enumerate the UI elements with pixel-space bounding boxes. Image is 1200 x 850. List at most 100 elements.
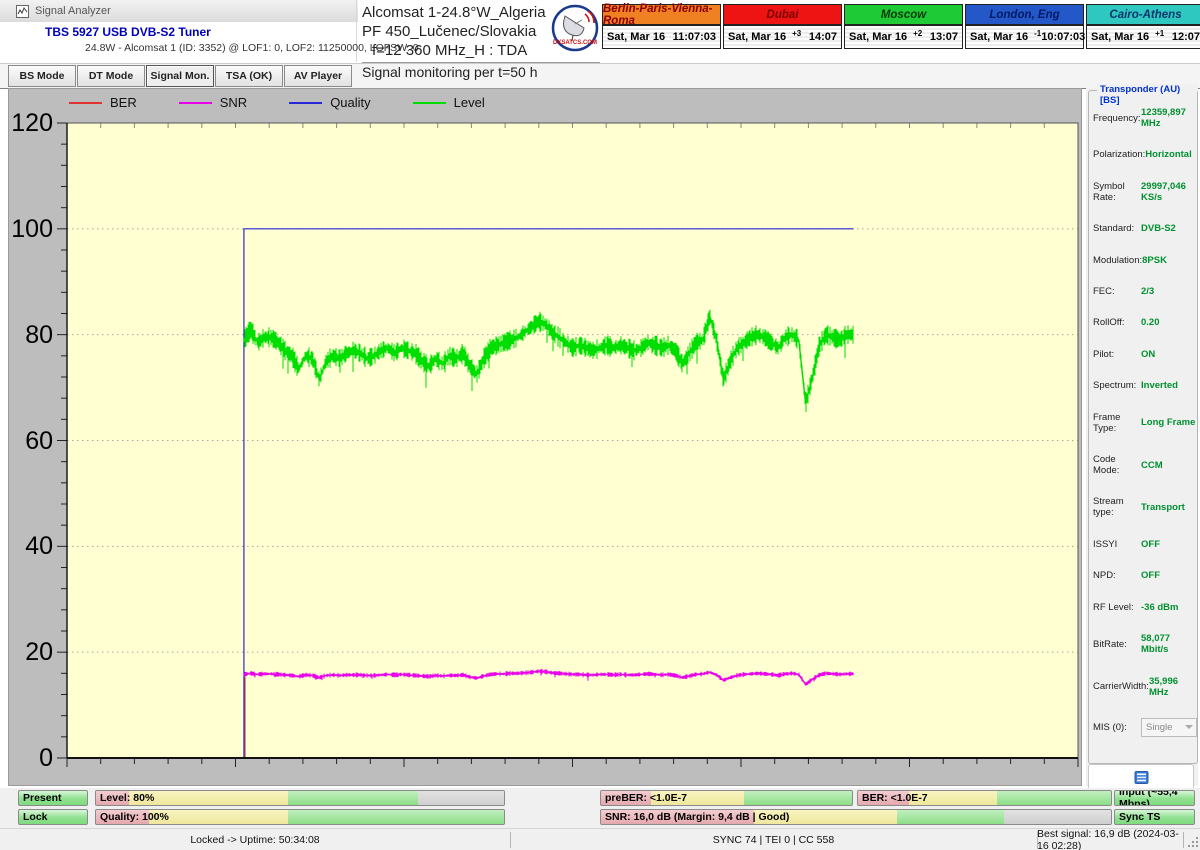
transponder-field-fec-: FEC: 2/3 [1093,286,1197,297]
clock-utc-offset: +3 [792,28,802,38]
transponder-field-npd-: NPD: OFF [1093,570,1197,581]
field-value: Long Frame [1141,417,1196,429]
y-axis-label: 80 [25,320,53,349]
statusbar-section-2: Best signal: 16,9 dB (2024-03-16 02:28) [1037,828,1179,850]
transponder-field-symbol-rate-: Symbol Rate: 29997,046 KS/s [1093,181,1197,203]
field-value: OFF [1141,570,1160,582]
field-label: Symbol Rate: [1093,180,1125,203]
satellite-name: Alcomsat 1-24.8°W_Algeria [362,4,546,21]
field-value: 12359,897 MHz [1141,107,1186,129]
field-value: Transport [1141,501,1185,513]
transponder-field-standard-: Standard: DVB-S2 [1093,223,1197,234]
monitoring-subtitle: Signal monitoring per t=50 h [362,64,538,80]
transponder-field-pilot-: Pilot: ON [1093,349,1197,360]
tab-dt-mode[interactable]: DT Mode [77,65,145,87]
monitoring-header: Alcomsat 1-24.8°W_Algeria PF 450_Lučenec… [362,3,600,81]
legend-swatch-ber [69,101,102,104]
bar-zone-empty [1003,810,1111,824]
field-value: 2/3 [1141,286,1155,298]
transponder-groupbox: Transponder (AU) [BS] Frequency: 12359,89… [1088,84,1198,764]
field-label: NPD: [1093,570,1116,582]
tuner-name: TBS 5927 USB DVB-S2 Tuner [45,25,211,39]
field-label: BitRate: [1093,638,1127,650]
clock-time-row: Sat, Mar 16 -1 10:07:03 [966,26,1085,48]
clock-city: Dubai [724,5,841,26]
clock-date: Sat, Mar 16 [607,31,666,43]
clock-city: Cairo-Athens [1087,5,1200,26]
transponder-sidebar: Transponder (AU) [BS] Frequency: 12359,89… [1086,84,1198,790]
legend-label: Quality [330,95,371,110]
bar-zone-green [997,791,1111,805]
clock-cairo-athens: Cairo-Athens Sat, Mar 16 +1 12:07 [1086,4,1200,49]
legend-item-snr: SNR [178,95,247,110]
field-label: RollOff: [1093,317,1125,329]
clock-utc-offset: -1 [1034,28,1042,38]
transponder-field-carrierwidth-: CarrierWidth: 35,996 MHz [1093,676,1197,698]
bar-zone-green [896,810,1004,824]
signal-bar-preber: preBER: <1.0E-7 [600,790,853,806]
clock-date: Sat, Mar 16 [970,31,1029,43]
field-value: 8PSK [1142,254,1167,266]
tab-bs-mode[interactable]: BS Mode [8,65,76,87]
signal-chart-panel: BER SNR Quality Level 120 100 80 60 40 20 0 [8,88,1082,786]
signal-bar-level: Level: 80% [95,790,505,806]
window-title: Signal Analyzer [35,5,111,17]
clock-time: 13:07 [929,31,958,43]
field-value: OFF [1141,538,1160,550]
field-value: 29997,046 KS/s [1141,180,1186,203]
legend-swatch-snr [178,101,212,104]
tab-av-player[interactable]: AV Player [284,65,352,87]
field-label: Pilot: [1093,348,1115,360]
clock-date: Sat, Mar 16 [1091,31,1150,43]
clock-time: 11:07:03 [672,31,716,43]
chevron-down-icon [1185,724,1193,729]
y-axis-label: 20 [25,638,53,667]
stream-list-button[interactable] [1088,764,1194,790]
legend-item-ber: BER [69,95,137,110]
world-clocks: Berlin-Paris-Vienna-Roma Sat, Mar 16 11:07… [602,3,1200,49]
clock-berlin-paris-vienna-roma: Berlin-Paris-Vienna-Roma Sat, Mar 16 11:07… [602,3,721,49]
field-label: FEC: [1093,286,1115,298]
clock-time-row: Sat, Mar 16 +1 12:07 [1087,26,1200,48]
field-value: Horizontal [1145,149,1192,161]
clock-date: Sat, Mar 16 [849,31,908,43]
mis-select[interactable]: Single [1141,717,1197,737]
y-axis-label: 40 [25,532,53,561]
bar-zone-green [287,810,504,824]
y-axis-label: 100 [11,214,53,243]
bar-zone-empty [418,791,504,805]
bar-zone-yellow [149,810,288,824]
transponder-field-code-mode-: Code Mode: CCM [1093,454,1197,476]
legend-swatch-quality [289,101,323,104]
status-badge-sync-ts: Sync TS [1114,809,1195,825]
transponder-field-bitrate-: BitRate: 58,077 Mbit/s [1093,633,1197,655]
transponder-field-rolloff-: RollOff: 0.20 [1093,317,1197,328]
field-label: Polarization: [1093,149,1146,161]
field-label: Modulation: [1093,254,1143,266]
field-value: CCM [1141,459,1163,471]
tab-bar: BS Mode DT Mode Signal Mon. TSA (OK) AV Play… [0,63,1200,89]
signal-chart [57,122,1079,767]
legend-label: BER [110,95,137,110]
transponder-field-frame-type-: Frame Type: Long Frame [1093,412,1197,434]
clock-moscow: Moscow Sat, Mar 16 +2 13:07 [844,4,963,49]
tab-tsa-ok-[interactable]: TSA (OK) [215,65,283,87]
y-axis-label: 0 [39,744,53,772]
tab-signal-mon-[interactable]: Signal Mon. [146,65,214,87]
legend-item-level: Level [412,95,485,110]
statusbar-section-1: SYNC 74 | TEI 0 | CC 558 [712,834,835,846]
clock-time-row: Sat, Mar 16 11:07:03 [603,26,720,48]
clock-city: Moscow [845,5,962,26]
status-badge-lock: Lock [18,809,88,825]
statusbar-divider [1037,832,1038,848]
legend-item-quality: Quality [289,95,371,110]
status-badge-present: Present [18,790,88,806]
bar-zone-green [744,791,852,805]
signal-bar-snr: SNR: 16,0 dB (Margin: 9,4 dB | Good) [600,809,1112,825]
clock-date: Sat, Mar 16 [728,31,787,43]
transponder-field-stream-type-: Stream type: Transport [1093,496,1197,518]
field-value: 0.20 [1141,317,1160,329]
bar-label: BER: <1.0E-7 [862,792,928,804]
frequency-line: f=12 360 MHz_H : TDA [372,42,528,59]
signal-bar-quality: Quality: 100% [95,809,505,825]
